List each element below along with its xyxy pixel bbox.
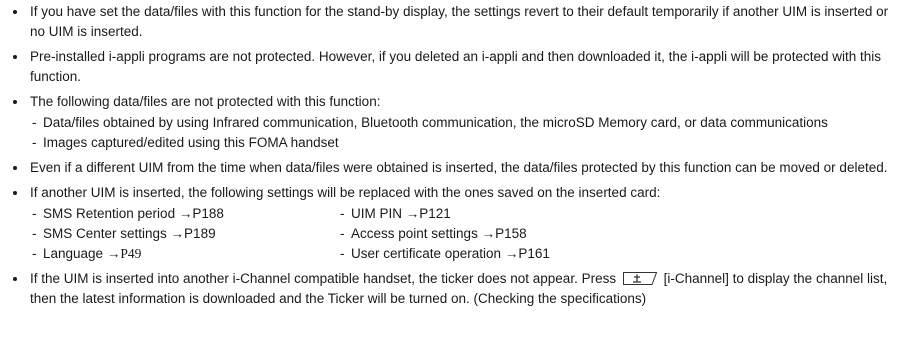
setting-language-page: P49 xyxy=(120,246,142,261)
setting-language-label: Language → xyxy=(43,246,121,261)
setting-uim-pin: UIM PIN →P121 xyxy=(338,204,638,224)
setting-user-certificate: User certificate operation →P161 xyxy=(338,244,638,264)
note-text: Pre-installed i-appli programs are not p… xyxy=(30,49,881,84)
replaced-settings-grid: SMS Retention period →P188 UIM PIN →P121… xyxy=(30,204,903,264)
list-item: Even if a different UIM from the time wh… xyxy=(6,158,903,178)
list-item: Pre-installed i-appli programs are not p… xyxy=(6,47,903,87)
setting-sms-center: SMS Center settings →P189 xyxy=(30,224,338,244)
note-text: If you have set the data/files with this… xyxy=(30,4,889,39)
list-item: If you have set the data/files with this… xyxy=(6,2,903,42)
note-text: The following data/files are not protect… xyxy=(30,94,381,109)
i-channel-key-icon xyxy=(622,271,658,286)
notes-list: If you have set the data/files with this… xyxy=(6,2,903,309)
setting-access-point: Access point settings →P158 xyxy=(338,224,638,244)
sub-item: Data/files obtained by using Infrared co… xyxy=(30,113,903,133)
note-text: If another UIM is inserted, the followin… xyxy=(30,185,661,200)
list-item: The following data/files are not protect… xyxy=(6,92,903,153)
unprotected-data-list: Data/files obtained by using Infrared co… xyxy=(30,113,903,153)
setting-sms-retention: SMS Retention period →P188 xyxy=(30,204,338,224)
list-item: If another UIM is inserted, the followin… xyxy=(6,183,903,264)
note-text-before: If the UIM is inserted into another i-Ch… xyxy=(30,271,617,286)
list-item: If the UIM is inserted into another i-Ch… xyxy=(6,269,903,309)
setting-language: Language →P49 xyxy=(30,244,338,264)
document-page: If you have set the data/files with this… xyxy=(0,0,907,360)
note-text: Even if a different UIM from the time wh… xyxy=(30,160,888,175)
sub-item: Images captured/edited using this FOMA h… xyxy=(30,133,903,153)
